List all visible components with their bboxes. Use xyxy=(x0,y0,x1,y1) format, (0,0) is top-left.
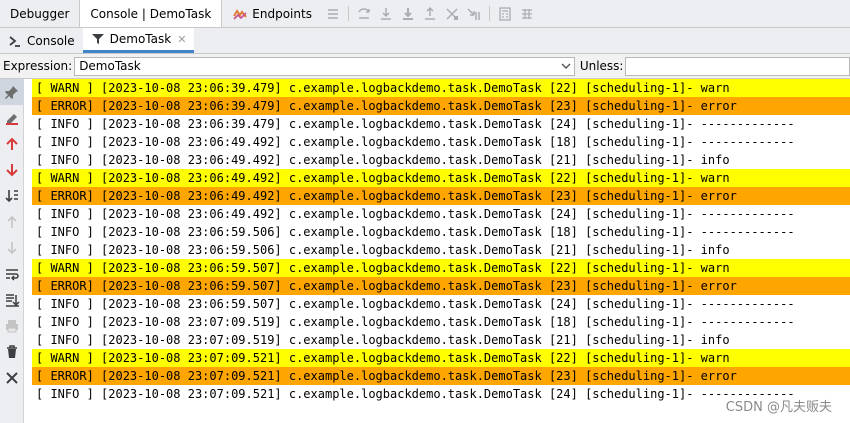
tab-endpoints[interactable]: Endpoints xyxy=(222,0,322,27)
unless-label: Unless: xyxy=(579,59,624,73)
log-line-error: [ ERROR] [2023-10-08 23:06:39.479] c.exa… xyxy=(32,97,850,115)
tool-window-tabbar: Debugger Console | DemoTask Endpoints xyxy=(0,0,850,28)
print-button[interactable] xyxy=(0,313,24,339)
printer-icon xyxy=(6,320,18,333)
run-to-cursor-button[interactable] xyxy=(463,0,485,27)
hamburger-icon xyxy=(327,8,338,19)
force-step-into-icon xyxy=(402,7,413,20)
unless-input[interactable] xyxy=(625,56,850,76)
step-into-icon xyxy=(380,7,391,20)
log-line-error: [ ERROR] [2023-10-08 23:06:49.492] c.exa… xyxy=(32,187,850,205)
log-line-warn: [ WARN ] [2023-10-08 23:06:49.492] c.exa… xyxy=(32,169,850,187)
arrow-up-icon xyxy=(7,215,17,228)
step-out-icon xyxy=(424,6,435,20)
toolbar-separator xyxy=(488,6,490,21)
step-over-icon xyxy=(358,7,370,19)
log-line-info: [ INFO ] [2023-10-08 23:06:59.506] c.exa… xyxy=(36,225,795,239)
pin-icon xyxy=(5,86,18,99)
expression-combobox[interactable]: DemoTask xyxy=(74,56,575,76)
scroll-to-end-button[interactable] xyxy=(0,287,24,313)
toolbar-separator xyxy=(347,6,349,21)
trash-icon xyxy=(7,345,17,358)
log-line-info: [ INFO ] [2023-10-08 23:07:09.519] c.exa… xyxy=(36,315,795,329)
console-icon xyxy=(9,35,20,47)
log-line-info: [ INFO ] [2023-10-08 23:07:09.519] c.exa… xyxy=(36,333,730,347)
log-line-info: [ INFO ] [2023-10-08 23:06:59.506] c.exa… xyxy=(36,243,730,257)
endpoints-icon xyxy=(233,8,248,20)
trace-current-stream-button[interactable] xyxy=(516,0,538,27)
expression-value: DemoTask xyxy=(79,59,141,73)
soft-wrap-button[interactable] xyxy=(0,261,24,287)
log-line-warn: [ WARN ] [2023-10-08 23:06:39.479] c.exa… xyxy=(32,79,850,97)
step-into-button[interactable] xyxy=(375,0,397,27)
stream-grid-icon xyxy=(521,8,532,19)
layout-menu-button[interactable] xyxy=(322,0,344,27)
arrow-up-icon xyxy=(6,137,18,150)
log-line-info: [ INFO ] [2023-10-08 23:06:49.492] c.exa… xyxy=(36,135,795,149)
step-out-button[interactable] xyxy=(419,0,441,27)
subtab-demotask[interactable]: DemoTask ✕ xyxy=(82,28,195,53)
chevron-down-icon[interactable] xyxy=(558,63,574,69)
previous-occurrence-button[interactable] xyxy=(0,131,24,157)
console-subtabs: Console DemoTask ✕ xyxy=(0,28,850,54)
clear-highlight-button[interactable] xyxy=(0,105,24,131)
drop-frame-icon xyxy=(446,7,458,20)
arrow-down-icon xyxy=(6,164,18,177)
step-over-button[interactable] xyxy=(353,0,375,27)
log-line-error: [ ERROR] [2023-10-08 23:07:09.521] c.exa… xyxy=(32,367,850,385)
tab-debugger[interactable]: Debugger xyxy=(0,0,79,27)
subtab-console[interactable]: Console xyxy=(0,28,83,53)
close-icon[interactable]: ✕ xyxy=(177,33,186,46)
log-line-info: [ INFO ] [2023-10-08 23:06:39.479] c.exa… xyxy=(36,117,795,131)
close-console-button[interactable] xyxy=(0,365,24,391)
console-side-toolbar xyxy=(0,79,24,423)
evaluate-expression-button[interactable] xyxy=(494,0,516,27)
console-output[interactable]: [ WARN ] [2023-10-08 23:06:39.479] c.exa… xyxy=(32,79,850,423)
close-icon xyxy=(6,372,18,384)
log-line-info: [ INFO ] [2023-10-08 23:06:49.492] c.exa… xyxy=(36,207,795,221)
filter-bar: Expression: DemoTask Unless: xyxy=(0,54,850,79)
log-line-warn: [ WARN ] [2023-10-08 23:07:09.521] c.exa… xyxy=(32,349,850,367)
drop-frame-button[interactable] xyxy=(441,0,463,27)
force-step-into-button[interactable] xyxy=(397,0,419,27)
arrow-down-icon xyxy=(7,242,17,255)
scroll-to-end-icon xyxy=(6,294,20,307)
expression-label: Expression: xyxy=(3,59,73,73)
sort-button[interactable] xyxy=(0,183,24,209)
calculator-icon xyxy=(499,6,511,21)
soft-wrap-icon xyxy=(6,269,19,281)
scroll-down-button[interactable] xyxy=(0,235,24,261)
tab-console-demotask[interactable]: Console | DemoTask xyxy=(79,0,223,27)
clear-all-button[interactable] xyxy=(0,339,24,365)
log-line-error: [ ERROR] [2023-10-08 23:06:59.507] c.exa… xyxy=(32,277,850,295)
watermark: CSDN @凡夫贩夫 xyxy=(723,396,834,415)
log-line-info: [ INFO ] [2023-10-08 23:06:49.492] c.exa… xyxy=(36,153,730,167)
filter-icon xyxy=(91,34,104,44)
log-line-info: [ INFO ] [2023-10-08 23:06:59.507] c.exa… xyxy=(36,297,795,311)
eraser-icon xyxy=(6,114,18,125)
log-line-warn: [ WARN ] [2023-10-08 23:06:59.507] c.exa… xyxy=(32,259,850,277)
scroll-up-button[interactable] xyxy=(0,209,24,235)
run-to-cursor-icon xyxy=(467,7,480,20)
pin-tab-button[interactable] xyxy=(0,79,24,105)
sort-icon xyxy=(5,190,18,203)
next-occurrence-button[interactable] xyxy=(0,157,24,183)
